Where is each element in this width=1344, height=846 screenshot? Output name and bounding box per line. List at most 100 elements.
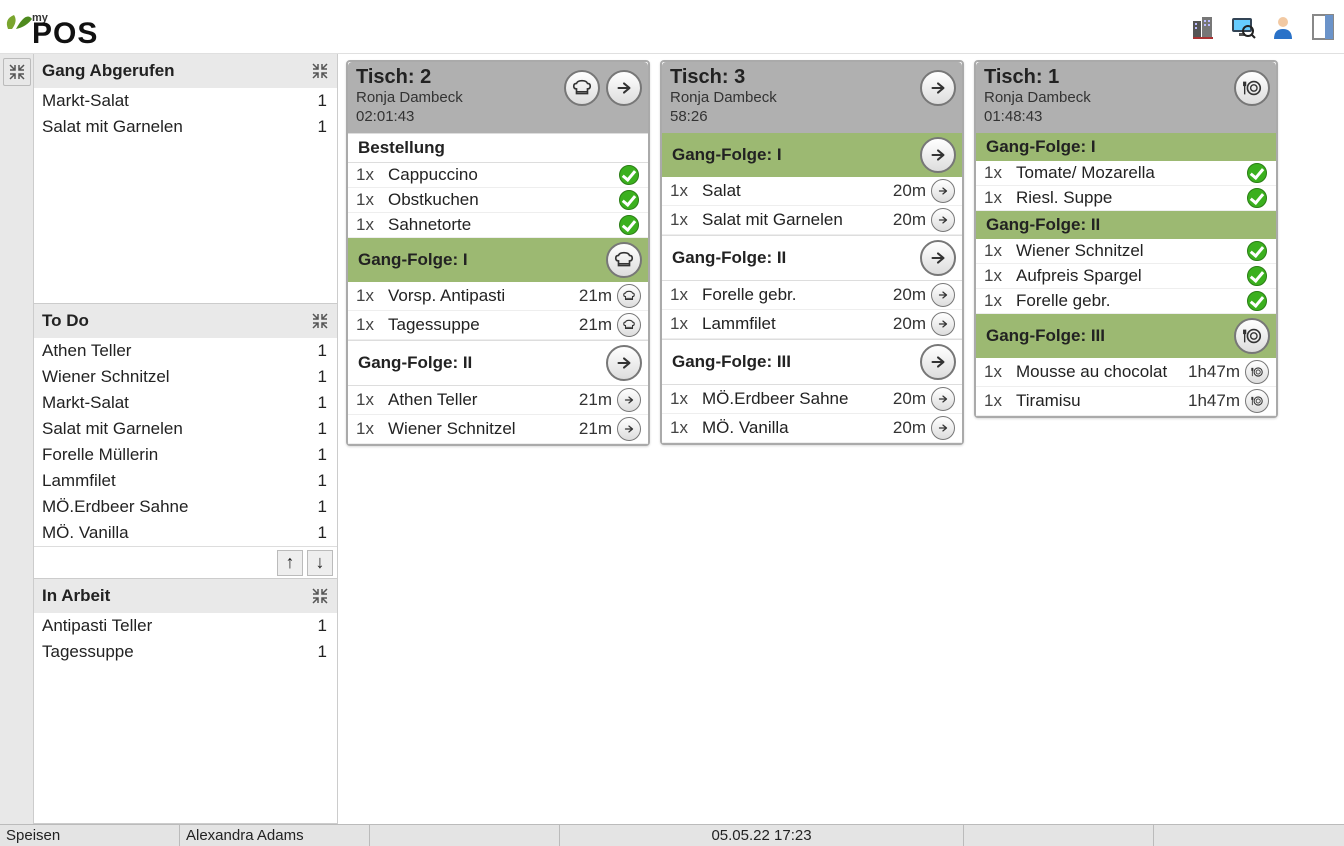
order-line[interactable]: 1xWiener Schnitzel (976, 239, 1276, 264)
collapse-all-icon[interactable] (3, 58, 31, 86)
panel-icon[interactable] (1308, 12, 1338, 42)
order-line[interactable]: 1xWiener Schnitzel21m (348, 415, 648, 444)
chef-icon[interactable] (617, 284, 641, 308)
item-count: 1 (318, 445, 327, 465)
list-item[interactable]: Markt-Salat1 (34, 390, 337, 416)
line-qty: 1x (984, 163, 1016, 183)
order-line[interactable]: 1xMÖ.Erdbeer Sahne20m (662, 385, 962, 414)
item-count: 1 (318, 117, 327, 137)
arrow-icon[interactable] (931, 179, 955, 203)
order-line[interactable]: 1xSalat mit Garnelen20m (662, 206, 962, 235)
list-item[interactable]: Lammfilet1 (34, 468, 337, 494)
line-icon-wrap (1244, 241, 1270, 261)
item-name: Markt-Salat (42, 393, 129, 413)
item-name: MÖ.Erdbeer Sahne (42, 497, 188, 517)
logo-pos: POS (32, 17, 98, 49)
order-line[interactable]: 1xForelle gebr. (976, 289, 1276, 314)
chef-icon[interactable] (606, 242, 642, 278)
monitor-search-icon[interactable] (1228, 12, 1258, 42)
line-qty: 1x (984, 266, 1016, 286)
line-qty: 1x (984, 362, 1016, 382)
order-line[interactable]: 1xVorsp. Antipasti21m (348, 282, 648, 311)
order-line[interactable]: 1xLammfilet20m (662, 310, 962, 339)
line-time: 21m (560, 419, 616, 439)
order-line[interactable]: 1xObstkuchen (348, 188, 648, 213)
line-qty: 1x (984, 391, 1016, 411)
line-qty: 1x (670, 181, 702, 201)
collapse-icon[interactable] (307, 583, 333, 609)
order-line[interactable]: 1xCappuccino (348, 163, 648, 188)
order-line[interactable]: 1xMousse au chocolat1h47m (976, 358, 1276, 387)
section-header: Gang-Folge: III (662, 339, 962, 385)
section-label: Gang-Folge: I (672, 145, 782, 165)
collapse-icon[interactable] (307, 308, 333, 334)
arrow-icon[interactable] (931, 387, 955, 411)
arrow-icon[interactable] (606, 70, 642, 106)
list-item[interactable]: Markt-Salat1 (34, 88, 337, 114)
list-item[interactable]: Wiener Schnitzel1 (34, 364, 337, 390)
footer-empty2 (964, 825, 1154, 846)
arrow-icon[interactable] (920, 240, 956, 276)
section-header: Gang-Folge: I (976, 133, 1276, 161)
line-qty: 1x (984, 291, 1016, 311)
plate-icon[interactable] (1234, 318, 1270, 354)
footer-empty1 (370, 825, 560, 846)
order-line[interactable]: 1xMÖ. Vanilla20m (662, 414, 962, 443)
list-item[interactable]: Salat mit Garnelen1 (34, 416, 337, 442)
arrow-icon[interactable] (920, 70, 956, 106)
arrow-icon[interactable] (931, 283, 955, 307)
arrow-icon[interactable] (920, 137, 956, 173)
chef-icon[interactable] (617, 313, 641, 337)
order-line[interactable]: 1xForelle gebr.20m (662, 281, 962, 310)
arrow-icon[interactable] (931, 208, 955, 232)
arrow-icon[interactable] (931, 416, 955, 440)
arrow-icon[interactable] (931, 312, 955, 336)
check-icon (1247, 291, 1267, 311)
section-label: Gang-Folge: II (672, 248, 786, 268)
line-name: Salat mit Garnelen (702, 210, 874, 230)
line-icon-wrap (616, 313, 642, 337)
order-line[interactable]: 1xTiramisu1h47m (976, 387, 1276, 416)
list-item[interactable]: Salat mit Garnelen1 (34, 114, 337, 140)
item-name: Wiener Schnitzel (42, 367, 170, 387)
plate-icon[interactable] (1234, 70, 1270, 106)
collapse-icon[interactable] (307, 58, 333, 84)
table-card: Tisch: 2Ronja Dambeck02:01:43Bestellung1… (346, 60, 650, 446)
order-line[interactable]: 1xAufpreis Spargel (976, 264, 1276, 289)
scroll-up-icon[interactable]: ↑ (277, 550, 303, 576)
order-line[interactable]: 1xTomate/ Mozarella (976, 161, 1276, 186)
arrow-icon[interactable] (920, 344, 956, 380)
chef-icon[interactable] (564, 70, 600, 106)
order-line[interactable]: 1xTagessuppe21m (348, 311, 648, 340)
table-title: Tisch: 1 (984, 66, 1268, 89)
list-item[interactable]: MÖ.Erdbeer Sahne1 (34, 494, 337, 520)
order-line[interactable]: 1xRiesl. Suppe (976, 186, 1276, 211)
building-icon[interactable] (1188, 12, 1218, 42)
order-line[interactable]: 1xSahnetorte (348, 213, 648, 238)
scroll-down-icon[interactable]: ↓ (307, 550, 333, 576)
list-item[interactable]: Tagessuppe1 (34, 639, 337, 665)
item-name: Tagessuppe (42, 642, 134, 662)
list-item[interactable]: Antipasti Teller1 (34, 613, 337, 639)
line-qty: 1x (984, 188, 1016, 208)
list-item[interactable]: MÖ. Vanilla1 (34, 520, 337, 546)
plate-icon[interactable] (1245, 389, 1269, 413)
line-name: Obstkuchen (388, 190, 560, 210)
arrow-icon[interactable] (617, 388, 641, 412)
line-icon-wrap (616, 284, 642, 308)
arrow-icon[interactable] (606, 345, 642, 381)
check-icon (619, 165, 639, 185)
user-icon[interactable] (1268, 12, 1298, 42)
arrow-icon[interactable] (617, 417, 641, 441)
plate-icon[interactable] (1245, 360, 1269, 384)
section-label: Gang-Folge: II (986, 215, 1100, 235)
list-item[interactable]: Forelle Müllerin1 (34, 442, 337, 468)
check-icon (1247, 188, 1267, 208)
section-label: Bestellung (358, 138, 445, 158)
order-line[interactable]: 1xSalat20m (662, 177, 962, 206)
line-time: 21m (560, 390, 616, 410)
line-name: Athen Teller (388, 390, 560, 410)
list-item[interactable]: Athen Teller1 (34, 338, 337, 364)
footer-user: Alexandra Adams (180, 825, 370, 846)
order-line[interactable]: 1xAthen Teller21m (348, 386, 648, 415)
